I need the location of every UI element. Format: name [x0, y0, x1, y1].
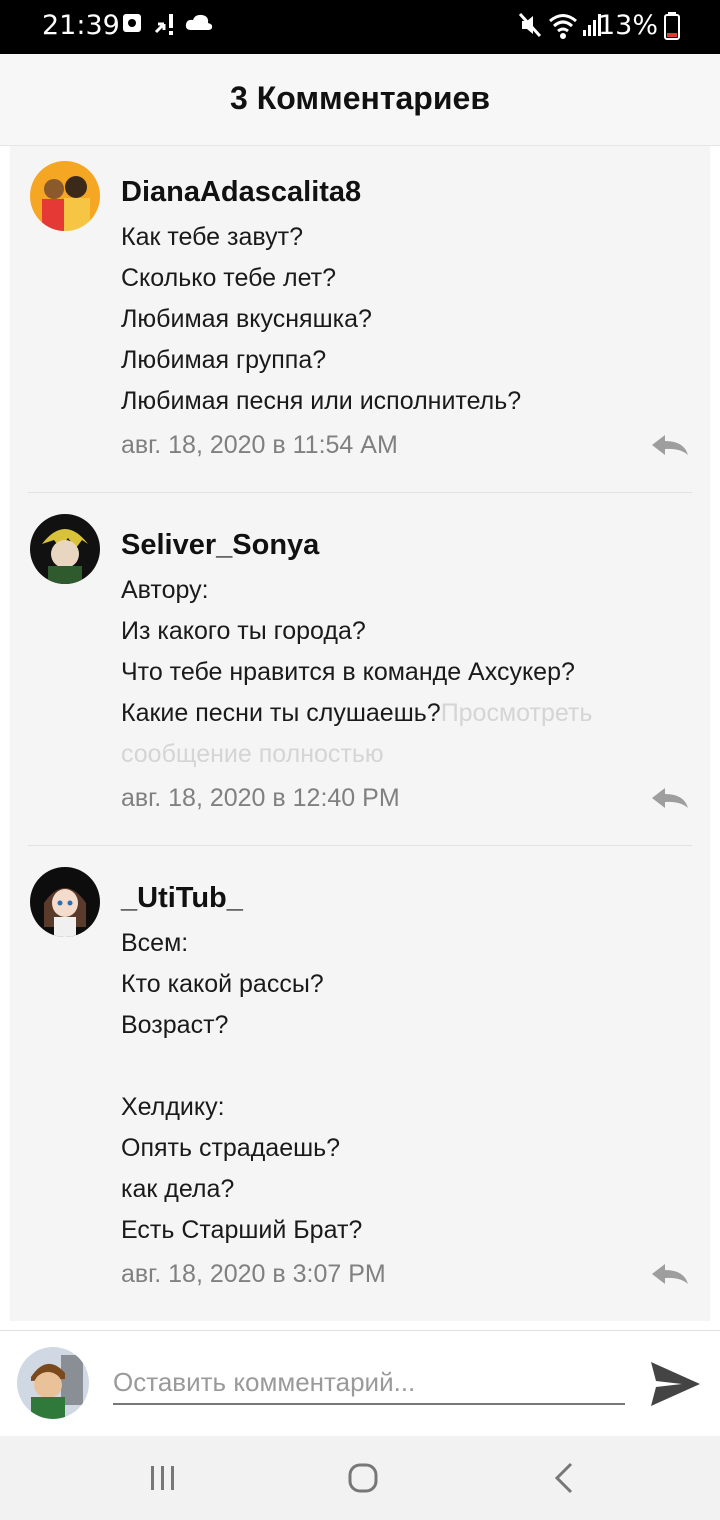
avatar-image	[30, 161, 100, 231]
mute-icon	[518, 12, 542, 38]
comment-text-line: Есть Старший Брат?	[121, 1216, 363, 1244]
photo-notification-icon	[123, 14, 141, 32]
comment-text-line: Всем:	[121, 929, 189, 957]
comments-header: 3 Комментариев	[0, 54, 720, 146]
comment-text-line: Любимая вкусняшка?	[121, 305, 372, 333]
divider	[28, 845, 692, 846]
avatar-image	[30, 867, 100, 937]
comment-text-line: Автору:	[121, 576, 209, 604]
status-bar: 21:39 13%	[0, 0, 720, 54]
comments-list[interactable]: DianaAdascalita8 Как тебе завут? Сколько…	[10, 146, 710, 1321]
comment-text-line: Любимая группа?	[121, 346, 327, 374]
comment-text-line: Что тебе нравится в команде Ахсукер?	[121, 658, 575, 686]
view-full-message-link-line2[interactable]: сообщение полностью	[121, 740, 384, 769]
avatar-image	[30, 514, 100, 584]
reply-icon[interactable]	[650, 786, 690, 810]
comment-text-line: как дела?	[121, 1175, 235, 1203]
page-title: 3 Комментариев	[230, 80, 490, 116]
wifi-icon	[549, 14, 577, 39]
divider	[28, 492, 692, 493]
battery-icon	[664, 12, 680, 40]
comment-username[interactable]: _UtiTub_	[121, 882, 243, 915]
comment-text-line: Какие песни ты слушаешь?Просмотреть	[121, 699, 592, 728]
system-nav-bar	[0, 1436, 720, 1520]
comment-text-line: Как тебе завут?	[121, 223, 303, 251]
back-icon[interactable]	[545, 1458, 585, 1498]
comment-username[interactable]: DianaAdascalita8	[121, 176, 361, 209]
current-user-avatar[interactable]	[17, 1347, 89, 1419]
comment-text-line: Кто какой рассы?	[121, 970, 324, 998]
cloud-icon	[185, 14, 213, 30]
status-time: 21:39	[42, 10, 120, 41]
comment-text-line: Сколько тебе лет?	[121, 264, 337, 292]
reply-icon[interactable]	[650, 1262, 690, 1286]
comment-timestamp: авг. 18, 2020 в 3:07 PM	[121, 1260, 386, 1288]
send-icon[interactable]	[648, 1359, 702, 1409]
comment-timestamp: авг. 18, 2020 в 12:40 PM	[121, 784, 400, 812]
missed-call-icon	[154, 14, 173, 35]
view-full-message-link[interactable]: Просмотреть	[441, 699, 593, 727]
comment-timestamp: авг. 18, 2020 в 11:54 AM	[121, 431, 398, 459]
comment-username[interactable]: Seliver_Sonya	[121, 529, 319, 562]
avatar[interactable]	[30, 514, 100, 584]
avatar[interactable]	[30, 161, 100, 231]
comment-text-line: Хелдику:	[121, 1093, 225, 1121]
comment-text-line: Возраст?	[121, 1011, 229, 1039]
avatar[interactable]	[30, 867, 100, 937]
comment-input[interactable]	[113, 1361, 625, 1405]
recent-apps-icon[interactable]	[143, 1458, 183, 1498]
comment-text-line: Любимая песня или исполнитель?	[121, 387, 522, 415]
battery-percent: 13%	[597, 10, 658, 41]
avatar-image	[17, 1347, 89, 1419]
comment-composer	[0, 1330, 720, 1436]
reply-icon[interactable]	[650, 433, 690, 457]
comment-text-line: Из какого ты города?	[121, 617, 366, 645]
comment-text-tail: Какие песни ты слушаешь?	[121, 699, 441, 727]
comment-text-line: Опять страдаешь?	[121, 1134, 341, 1162]
home-icon[interactable]	[343, 1458, 383, 1498]
